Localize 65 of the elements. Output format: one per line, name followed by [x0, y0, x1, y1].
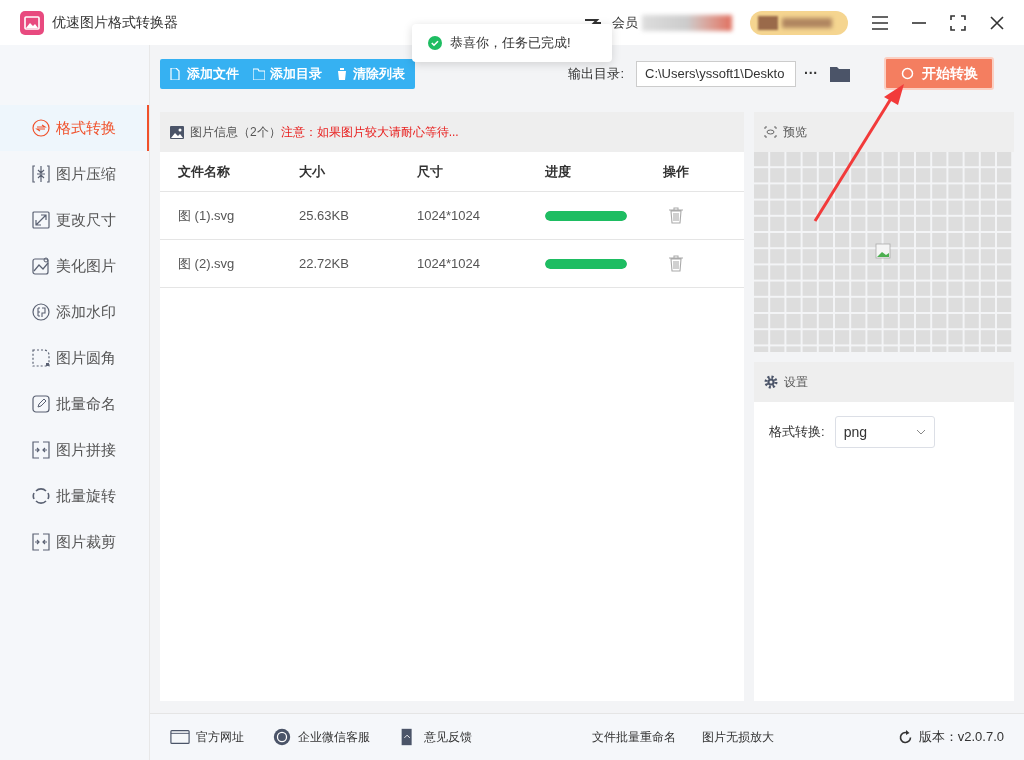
settings-title: 设置: [784, 374, 808, 391]
dotted-corner-icon: [32, 349, 50, 367]
app-logo-icon: [20, 10, 44, 35]
sidebar-item[interactable]: 图片压缩: [0, 151, 149, 197]
refresh-icon: [897, 729, 913, 745]
folder-icon[interactable]: [830, 65, 850, 82]
menu-icon[interactable]: [872, 15, 888, 30]
file-icon: [170, 67, 182, 80]
version-text: 版本：v2.0.7.0: [918, 728, 1004, 747]
compress-icon: [32, 165, 50, 183]
output-path-field[interactable]: C:\Users\yssoft1\Deskto: [636, 60, 796, 87]
folder-icon: [253, 67, 265, 80]
format-label: 格式转换:: [769, 423, 825, 441]
stamp-circle-icon: [32, 303, 50, 321]
merge-icon: [32, 441, 50, 459]
spinner-icon: [900, 67, 914, 80]
column-header: 尺寸: [417, 162, 444, 181]
output-label: 输出目录:: [568, 64, 624, 83]
maximize-icon[interactable]: [950, 14, 966, 31]
swap-circle-icon: [32, 119, 50, 137]
sidebar-item[interactable]: 图片裁剪: [0, 519, 149, 565]
column-header: 大小: [299, 162, 326, 181]
column-header: 操作: [663, 162, 690, 181]
picture-icon: [32, 257, 50, 275]
table-cell-text: 1024*1024: [417, 254, 481, 273]
more-button[interactable]: ···: [804, 63, 818, 84]
panel-title: 图片信息（2个）: [190, 124, 281, 141]
sidebar-item[interactable]: 添加水印: [0, 289, 149, 335]
chat-bubble-icon: [272, 728, 292, 746]
footer-link[interactable]: 官方网址: [170, 728, 244, 746]
settings-icon: [764, 375, 778, 389]
preview-title: 预览: [783, 124, 807, 141]
sidebar-item[interactable]: 图片拼接: [0, 427, 149, 473]
toast: 恭喜你，任务已完成!: [412, 24, 612, 62]
chevron-down-icon: [915, 429, 926, 435]
footer-link[interactable]: 企业微信客服: [272, 728, 370, 746]
resize-icon: [32, 211, 50, 229]
success-icon: [428, 36, 442, 50]
sidebar-item[interactable]: 更改尺寸: [0, 197, 149, 243]
footer-link[interactable]: 图片无损放大: [702, 728, 774, 746]
eye-icon: [764, 126, 777, 138]
table-cell-text: 图 (1).svg: [177, 206, 236, 225]
notice-text: 注意：如果图片较大请耐心等待...: [280, 124, 459, 141]
sidebar-item[interactable]: 美化图片: [0, 243, 149, 289]
column-header: 文件名称: [177, 162, 231, 181]
member-label: 会员: [612, 13, 638, 32]
table-cell-text: 22.72KB: [299, 254, 350, 273]
window-title: 优速图片格式转换器: [52, 13, 178, 32]
pencil-icon: [32, 395, 50, 413]
image-icon: [170, 125, 184, 139]
column-header: 进度: [545, 162, 572, 181]
sidebar-item[interactable]: 图片圆角: [0, 335, 149, 381]
format-dropdown[interactable]: png: [834, 416, 935, 448]
table-cell-text: 25.63KB: [299, 206, 350, 225]
sidebar-item[interactable]: 批量旋转: [0, 473, 149, 519]
web-page-icon: [170, 728, 190, 746]
close-icon[interactable]: [990, 15, 1004, 30]
merge-icon: [32, 533, 50, 551]
table-cell-text: 1024*1024: [417, 206, 481, 225]
trash-icon: [336, 67, 348, 80]
footer-link[interactable]: 意见反馈: [398, 728, 472, 746]
sidebar-item[interactable]: 批量命名: [0, 381, 149, 427]
table-cell-text: 图 (2).svg: [177, 254, 236, 273]
rotate-icon: [32, 487, 50, 505]
footer-link[interactable]: 文件批量重命名: [592, 728, 676, 746]
